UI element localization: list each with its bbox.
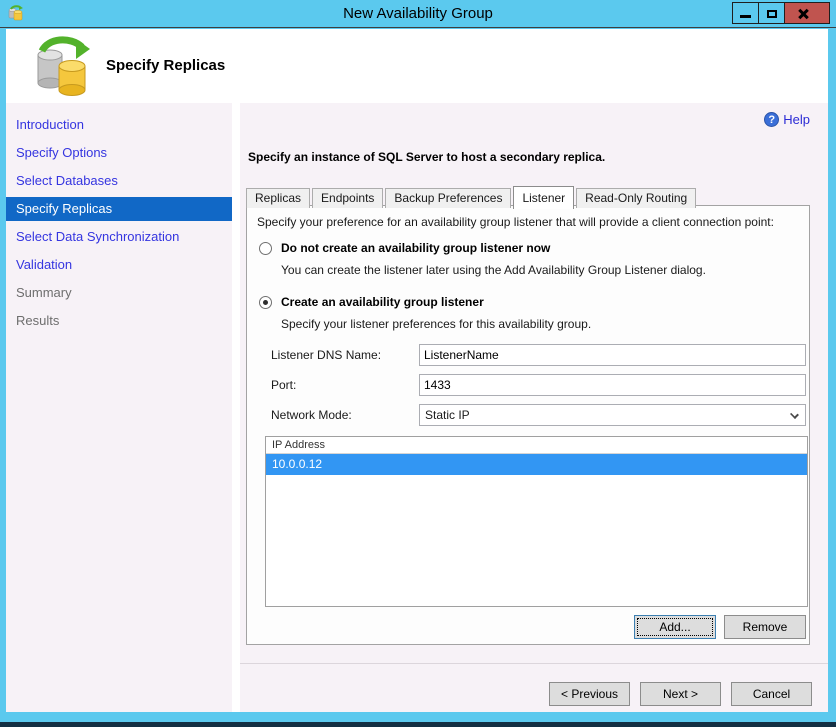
tab-strip: Replicas Endpoints Backup Preferences Li… bbox=[246, 185, 698, 209]
network-mode-value: Static IP bbox=[425, 408, 470, 422]
minimize-icon bbox=[740, 15, 751, 18]
nav-specify-replicas[interactable]: Specify Replicas bbox=[6, 197, 232, 221]
option-create-listener-label: Create an availability group listener bbox=[281, 295, 484, 309]
wizard-buttons: < Previous Next > Cancel bbox=[539, 682, 812, 706]
previous-button[interactable]: < Previous bbox=[549, 682, 630, 706]
nav-results: Results bbox=[16, 313, 60, 328]
option-no-listener-label: Do not create an availability group list… bbox=[281, 241, 551, 255]
wizard-header: Specify Replicas bbox=[6, 29, 828, 103]
option-create-listener[interactable]: Create an availability group listener Sp… bbox=[259, 295, 799, 331]
add-button[interactable]: Add... bbox=[634, 615, 716, 639]
dns-name-label: Listener DNS Name: bbox=[271, 348, 382, 362]
minimize-button[interactable] bbox=[732, 2, 759, 24]
window-title: New Availability Group bbox=[343, 5, 493, 22]
panel-divider bbox=[232, 103, 240, 712]
nav-select-data-synchronization[interactable]: Select Data Synchronization bbox=[6, 225, 232, 249]
instructions-heading: Specify an instance of SQL Server to hos… bbox=[248, 150, 606, 164]
titlebar: New Availability Group bbox=[0, 0, 836, 28]
radio-create-listener[interactable] bbox=[259, 296, 272, 309]
help-label: Help bbox=[783, 112, 810, 127]
tab-read-only-routing[interactable]: Read-Only Routing bbox=[576, 188, 697, 208]
radio-no-listener[interactable] bbox=[259, 242, 272, 255]
nav-select-databases[interactable]: Select Databases bbox=[6, 169, 232, 193]
listener-description: Specify your preference for an availabil… bbox=[257, 215, 774, 229]
window-controls bbox=[732, 2, 830, 24]
remove-button[interactable]: Remove bbox=[724, 615, 806, 639]
window-bottom-edge bbox=[0, 722, 836, 727]
replicas-database-icon bbox=[37, 36, 90, 96]
footer-divider bbox=[240, 663, 828, 664]
close-button[interactable] bbox=[784, 2, 830, 24]
network-mode-label: Network Mode: bbox=[271, 408, 352, 422]
network-mode-select[interactable]: Static IP bbox=[419, 404, 806, 426]
option-create-listener-subtext: Specify your listener preferences for th… bbox=[281, 317, 592, 331]
ip-address-list: IP Address 10.0.0.12 bbox=[265, 436, 808, 607]
port-input[interactable] bbox=[419, 374, 806, 396]
ip-address-row[interactable]: 10.0.0.12 bbox=[266, 454, 807, 475]
nav-specify-options[interactable]: Specify Options bbox=[6, 141, 232, 165]
tab-endpoints[interactable]: Endpoints bbox=[312, 188, 384, 208]
dns-name-input[interactable] bbox=[419, 344, 806, 366]
maximize-button[interactable] bbox=[758, 2, 785, 24]
maximize-icon bbox=[767, 10, 777, 18]
ip-address-column-header[interactable]: IP Address bbox=[266, 437, 807, 454]
help-link[interactable]: ? Help bbox=[764, 112, 810, 127]
next-button[interactable]: Next > bbox=[640, 682, 721, 706]
nav-introduction[interactable]: Introduction bbox=[6, 113, 232, 137]
list-buttons: Add... Remove bbox=[626, 615, 806, 639]
nav-summary: Summary bbox=[16, 285, 72, 300]
option-no-listener[interactable]: Do not create an availability group list… bbox=[259, 241, 799, 277]
wizard-nav: Introduction Specify Options Select Data… bbox=[6, 103, 232, 712]
chevron-down-icon bbox=[790, 410, 799, 419]
cancel-button[interactable]: Cancel bbox=[731, 682, 812, 706]
nav-validation[interactable]: Validation bbox=[6, 253, 232, 277]
tab-backup-preferences[interactable]: Backup Preferences bbox=[385, 188, 512, 208]
listener-tab-page: Specify your preference for an availabil… bbox=[246, 205, 810, 645]
option-no-listener-subtext: You can create the listener later using … bbox=[281, 263, 706, 277]
tab-replicas[interactable]: Replicas bbox=[246, 188, 311, 208]
help-icon: ? bbox=[764, 112, 780, 127]
page-title: Specify Replicas bbox=[106, 57, 226, 74]
dialog-window: New Availability Group Specify Replicas … bbox=[0, 0, 836, 727]
port-label: Port: bbox=[271, 378, 297, 392]
tab-listener[interactable]: Listener bbox=[513, 186, 575, 209]
main-panel: ? Help Specify an instance of SQL Server… bbox=[240, 103, 828, 712]
